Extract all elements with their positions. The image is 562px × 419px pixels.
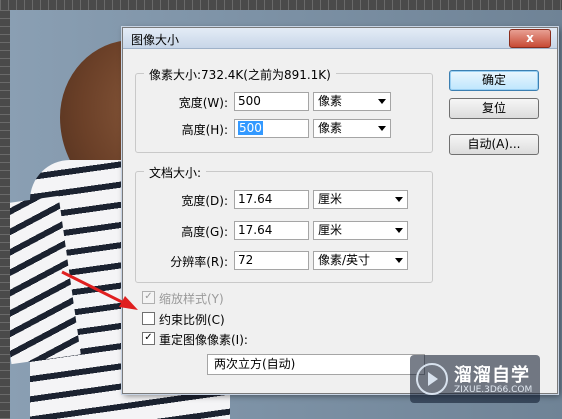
doc-height-unit-select[interactable]: 厘米 <box>313 221 408 240</box>
doc-width-input[interactable]: 17.64 <box>234 190 309 209</box>
resolution-unit-select[interactable]: 像素/英寸 <box>313 251 408 270</box>
chevron-down-icon <box>395 197 403 202</box>
doc-height-input[interactable]: 17.64 <box>234 221 309 240</box>
dialog-title: 图像大小 <box>131 33 180 47</box>
watermark-brand: 溜溜自学 <box>454 365 530 386</box>
constrain-proportions-checkbox[interactable] <box>142 312 155 325</box>
pixel-height-label: 高度(H): <box>181 123 228 137</box>
close-button[interactable]: x <box>509 29 551 48</box>
horizontal-ruler <box>0 0 562 10</box>
doc-height-label: 高度(G): <box>181 225 228 239</box>
ok-button[interactable]: 确定 <box>449 70 539 91</box>
chevron-down-icon <box>395 258 403 263</box>
watermark: 溜溜自学 ZIXUE.3D66.COM <box>410 355 540 403</box>
resample-image-checkbox[interactable]: ✓ <box>142 332 155 345</box>
doc-width-unit-select[interactable]: 厘米 <box>313 190 408 209</box>
pixel-width-label: 宽度(W): <box>178 96 228 110</box>
reset-button[interactable]: 复位 <box>449 98 539 119</box>
pixel-height-input[interactable]: 500 <box>234 119 309 138</box>
resample-image-label[interactable]: 重定图像像素(I): <box>159 331 248 348</box>
doc-width-label: 宽度(D): <box>181 194 228 208</box>
vertical-ruler <box>0 10 10 419</box>
resample-method-select[interactable]: 两次立方(自动) <box>207 354 425 375</box>
pixel-width-input[interactable]: 500 <box>234 92 309 111</box>
pixel-width-unit-select[interactable]: 像素 <box>313 92 391 111</box>
document-size-group: 文档大小: 宽度(D): 17.64 厘米 高度(G): 17.64 厘米 分辨… <box>135 164 433 283</box>
scale-styles-checkbox: ✓ <box>142 291 155 304</box>
resolution-label: 分辨率(R): <box>170 255 228 269</box>
play-logo-icon <box>416 363 448 395</box>
close-icon: x <box>526 31 534 45</box>
auto-button[interactable]: 自动(A)... <box>449 134 539 155</box>
chevron-down-icon <box>378 126 386 131</box>
document-size-heading: 文档大小: <box>144 164 207 181</box>
chevron-down-icon <box>378 99 386 104</box>
chevron-down-icon <box>395 228 403 233</box>
scale-styles-label: 缩放样式(Y) <box>159 292 224 306</box>
image-size-dialog: 图像大小 x 像素大小:732.4K(之前为891.1K) 宽度(W): 500… <box>122 27 558 394</box>
resolution-input[interactable]: 72 <box>234 251 309 270</box>
pixel-dimensions-group: 像素大小:732.4K(之前为891.1K) 宽度(W): 500 像素 高度(… <box>135 66 433 153</box>
dialog-titlebar[interactable]: 图像大小 x <box>123 28 557 49</box>
pixel-height-unit-select[interactable]: 像素 <box>313 119 391 138</box>
pixel-dimensions-heading: 像素大小:732.4K(之前为891.1K) <box>144 66 336 83</box>
watermark-url: ZIXUE.3D66.COM <box>454 385 533 395</box>
constrain-proportions-label[interactable]: 约束比例(C) <box>159 311 225 328</box>
